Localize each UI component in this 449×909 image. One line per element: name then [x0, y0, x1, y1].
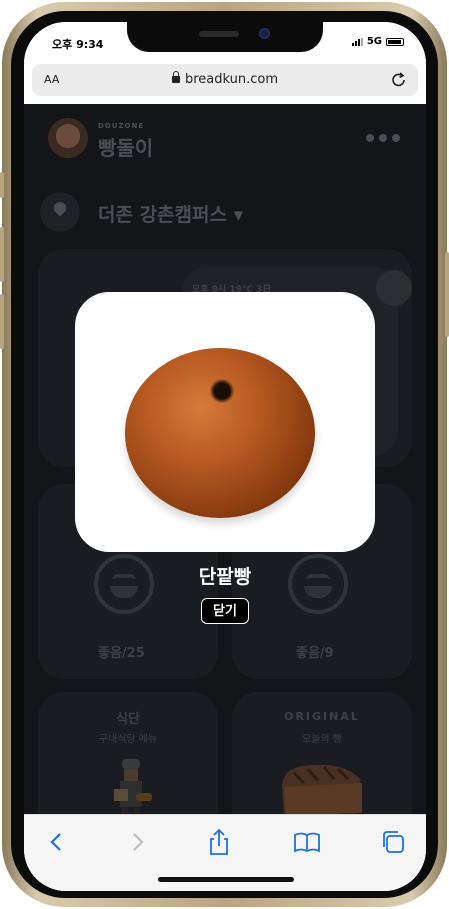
menu-card-subtitle: 구내식당 메뉴: [98, 734, 158, 745]
volume-down-button: [0, 294, 4, 349]
network-label: 5G: [366, 36, 382, 47]
volume-up-button: [0, 227, 4, 282]
modal-title: 단팥빵: [198, 566, 252, 588]
status-indicators: 5G: [351, 36, 404, 47]
address-bar[interactable]: AA breadkun.com: [32, 64, 418, 96]
share-icon[interactable]: [204, 827, 234, 857]
menu-card-title: 식단: [116, 712, 140, 727]
battery-icon: [386, 37, 404, 46]
mute-switch: [0, 172, 4, 198]
bread-photo: [125, 348, 315, 518]
power-button: [445, 252, 449, 337]
bookmarks-icon[interactable]: [292, 827, 322, 857]
url-display[interactable]: breadkun.com: [32, 71, 418, 87]
status-bar: 오후 9:34 5G: [24, 22, 426, 62]
back-icon[interactable]: [42, 827, 72, 857]
like-count-right: 좋음/9: [296, 646, 334, 661]
close-button[interactable]: 닫기: [201, 598, 249, 624]
lock-icon: [171, 71, 180, 83]
bread-image-modal: [75, 292, 375, 552]
signal-icon: [351, 37, 363, 46]
url-text: breadkun.com: [184, 72, 279, 87]
original-card-subtitle: 오늘의 빵: [302, 734, 342, 745]
original-card-title: ORIGINAL: [284, 710, 360, 723]
refresh-icon[interactable]: [376, 270, 412, 306]
bread-loaf-illustration: [282, 764, 362, 814]
tabs-icon[interactable]: [378, 827, 408, 857]
more-icon[interactable]: [366, 134, 400, 142]
home-indicator: [158, 877, 294, 882]
notch: [127, 22, 323, 52]
location-selector[interactable]: 더존 강촌캠퍼스 ▾: [98, 200, 243, 227]
avatar: [48, 118, 88, 158]
brand-name: 빵돌이: [98, 136, 154, 160]
like-count-left: 좋음/25: [98, 646, 145, 661]
phone-screen: 오후 9:34 5G AA breadkun.com DOUZONE 빵돌이 더…: [24, 22, 426, 891]
forward-icon[interactable]: [122, 827, 152, 857]
chef-illustration: [114, 759, 152, 814]
sesame-seeds: [210, 378, 234, 404]
reload-icon[interactable]: [390, 70, 408, 90]
brand-small: DOUZONE: [98, 122, 145, 130]
location-pin-icon: [40, 192, 80, 232]
status-time: 오후 9:34: [52, 38, 104, 51]
